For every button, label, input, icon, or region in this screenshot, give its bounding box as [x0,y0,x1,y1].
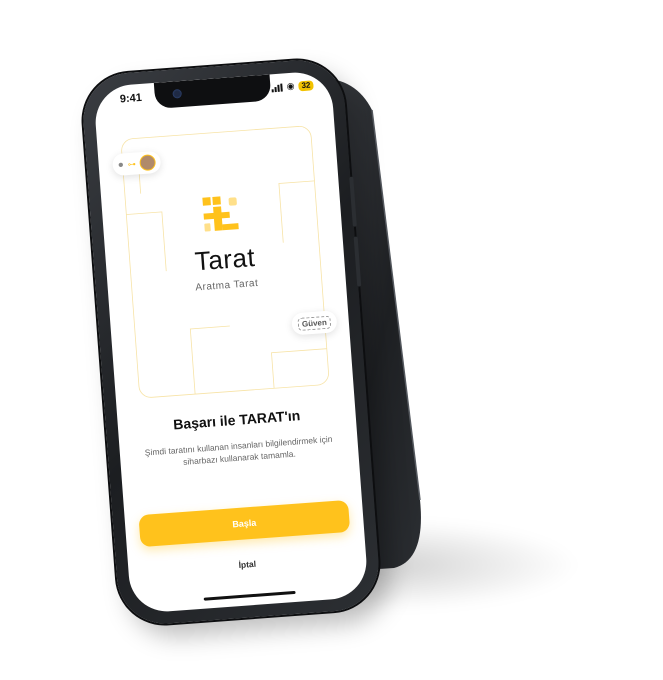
hero-illustration: ● ⊶ Tarat Aratma Tarat Güven [111,121,338,405]
onboarding-description: Şimdi taratını kullanan insanları bilgil… [144,433,333,467]
home-indicator [203,590,296,601]
onboarding-headline: Başarı ile TARAT'ın [172,407,301,433]
front-camera [172,88,182,99]
user-connection-chip: ● ⊶ [111,150,162,177]
link-icon: ⊶ [127,159,137,169]
avatar [139,154,157,172]
start-button[interactable]: Başla [138,499,351,548]
tarat-logo [202,196,239,232]
cancel-link[interactable]: İptal [128,551,366,578]
status-icons: ◉ 32 [271,79,314,93]
battery-indicator: 32 [298,79,314,91]
status-time: 9:41 [119,91,143,106]
app-screen: 9:41 ◉ 32 ● ⊶ Tarat Aratma Tarat Güven B… [92,69,370,615]
person-icon: ● [117,158,125,171]
signal-icon [271,83,283,92]
phone-device: 9:41 ◉ 32 ● ⊶ Tarat Aratma Tarat Güven B… [80,57,382,627]
wifi-icon: ◉ [286,80,295,92]
trust-chip: Güven [291,310,338,336]
trust-word: Güven [297,315,332,331]
